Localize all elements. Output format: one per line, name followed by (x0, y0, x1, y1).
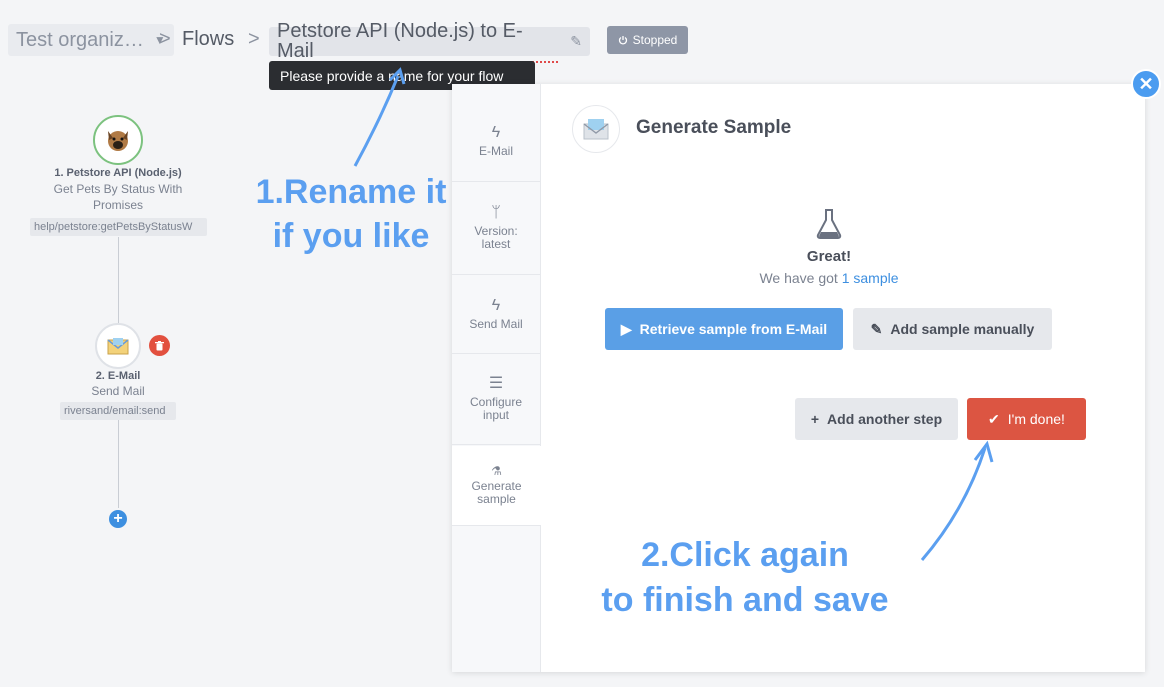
retrieve-sample-label: Retrieve sample from E-Mail (639, 321, 828, 337)
step-connector (118, 237, 119, 325)
breadcrumb-flows-link[interactable]: Flows (182, 28, 234, 51)
step-2-tag: riversand/email:send (60, 402, 176, 420)
add-sample-manually-button[interactable]: ✎ Add sample manually (853, 308, 1052, 350)
trash-icon (155, 340, 164, 350)
dog-icon (108, 131, 128, 151)
delete-step-button[interactable] (149, 335, 170, 356)
step-1-tag: help/petstore:getPetsByStatusW (30, 218, 207, 236)
tab-label: Generate sample (471, 479, 522, 506)
edit-icon: ✎ (870, 320, 883, 337)
step-connector (118, 420, 119, 508)
step-1-node[interactable] (93, 115, 143, 165)
status-toggle-button[interactable]: Stopped (607, 26, 688, 54)
rename-annotation-line: 1.Rename it (255, 173, 447, 211)
done-label: I'm done! (1007, 411, 1065, 427)
check-icon: ✔ (988, 410, 1000, 427)
tab-configure-input[interactable]: ☰ Configure input (452, 355, 540, 445)
pencil-icon[interactable]: ✎ (570, 33, 582, 50)
flow-name-input[interactable]: Petstore API (Node.js) to E-Mail ✎ (269, 21, 590, 63)
step-2-node[interactable] (95, 323, 141, 369)
organization-name: Test organiz… (16, 28, 144, 51)
organization-select[interactable]: Test organiz… ▼ (8, 24, 174, 56)
breadcrumb-separator: > (159, 28, 171, 50)
sample-count-text: We have got 1 sample (699, 270, 959, 286)
plus-icon: + (810, 411, 820, 427)
bolt-icon: ϟ (491, 123, 501, 141)
power-icon (618, 36, 627, 45)
close-icon: ✕ (1138, 73, 1154, 94)
add-sample-manually-label: Add sample manually (890, 321, 1035, 337)
bolt-icon: ϟ (491, 296, 501, 314)
play-icon: ▶ (620, 320, 632, 337)
add-another-step-button[interactable]: + Add another step (795, 398, 958, 440)
menu-icon: ☰ (488, 375, 504, 392)
add-another-step-label: Add another step (827, 411, 943, 427)
done-button[interactable]: ✔ I'm done! (967, 398, 1086, 440)
branch-icon: ᛘ (491, 204, 501, 221)
step-1-title: 1. Petstore API (Node.js) (54, 167, 182, 179)
tab-label: Send Mail (469, 316, 523, 331)
flow-name-text: Petstore API (Node.js) to E-Mail (277, 21, 559, 63)
add-step-plus-button[interactable]: + (109, 510, 127, 528)
sample-count-prefix: We have got (759, 270, 838, 286)
panel-title: Generate Sample (636, 117, 792, 138)
flask-icon: ⚗ (491, 464, 502, 478)
tooltip-text: Please provide a name for your flow (280, 67, 504, 84)
envelope-icon (583, 119, 609, 140)
finish-annotation-line: 2.Click again (641, 536, 849, 574)
step-1-subtitle: Get Pets By Status With Promises (53, 182, 183, 212)
tab-label: Version: latest (474, 224, 518, 251)
tab-label: E-Mail (478, 143, 513, 158)
breadcrumb-separator: > (248, 28, 260, 50)
close-panel-button[interactable]: ✕ (1131, 69, 1161, 99)
plus-icon: + (113, 510, 123, 527)
finish-annotation: 2.Click again to finish and save (570, 533, 920, 623)
envelope-icon (107, 338, 129, 355)
top-bar: Test organiz… ▼ > Flows > Petstore API (… (0, 0, 1164, 90)
tab-send-mail[interactable]: ϟ Send Mail (452, 276, 540, 354)
tab-generate-sample[interactable]: ⚗ Generate sample (452, 446, 541, 526)
status-label: Stopped (632, 33, 678, 47)
flask-icon (816, 209, 842, 239)
sample-count-link[interactable]: 1 sample (842, 270, 899, 286)
retrieve-sample-button[interactable]: ▶ Retrieve sample from E-Mail (605, 308, 843, 350)
tab-label: Configure input (469, 395, 523, 422)
step-2-subtitle: Send Mail (91, 384, 145, 398)
rename-annotation: 1.Rename it if you like (232, 170, 470, 258)
step-2-title: 2. E-Mail (95, 370, 141, 382)
rename-annotation-line: if you like (272, 217, 430, 255)
panel-email-icon (572, 105, 620, 153)
finish-annotation-line: to finish and save (601, 581, 889, 619)
success-heading: Great! (806, 248, 852, 265)
